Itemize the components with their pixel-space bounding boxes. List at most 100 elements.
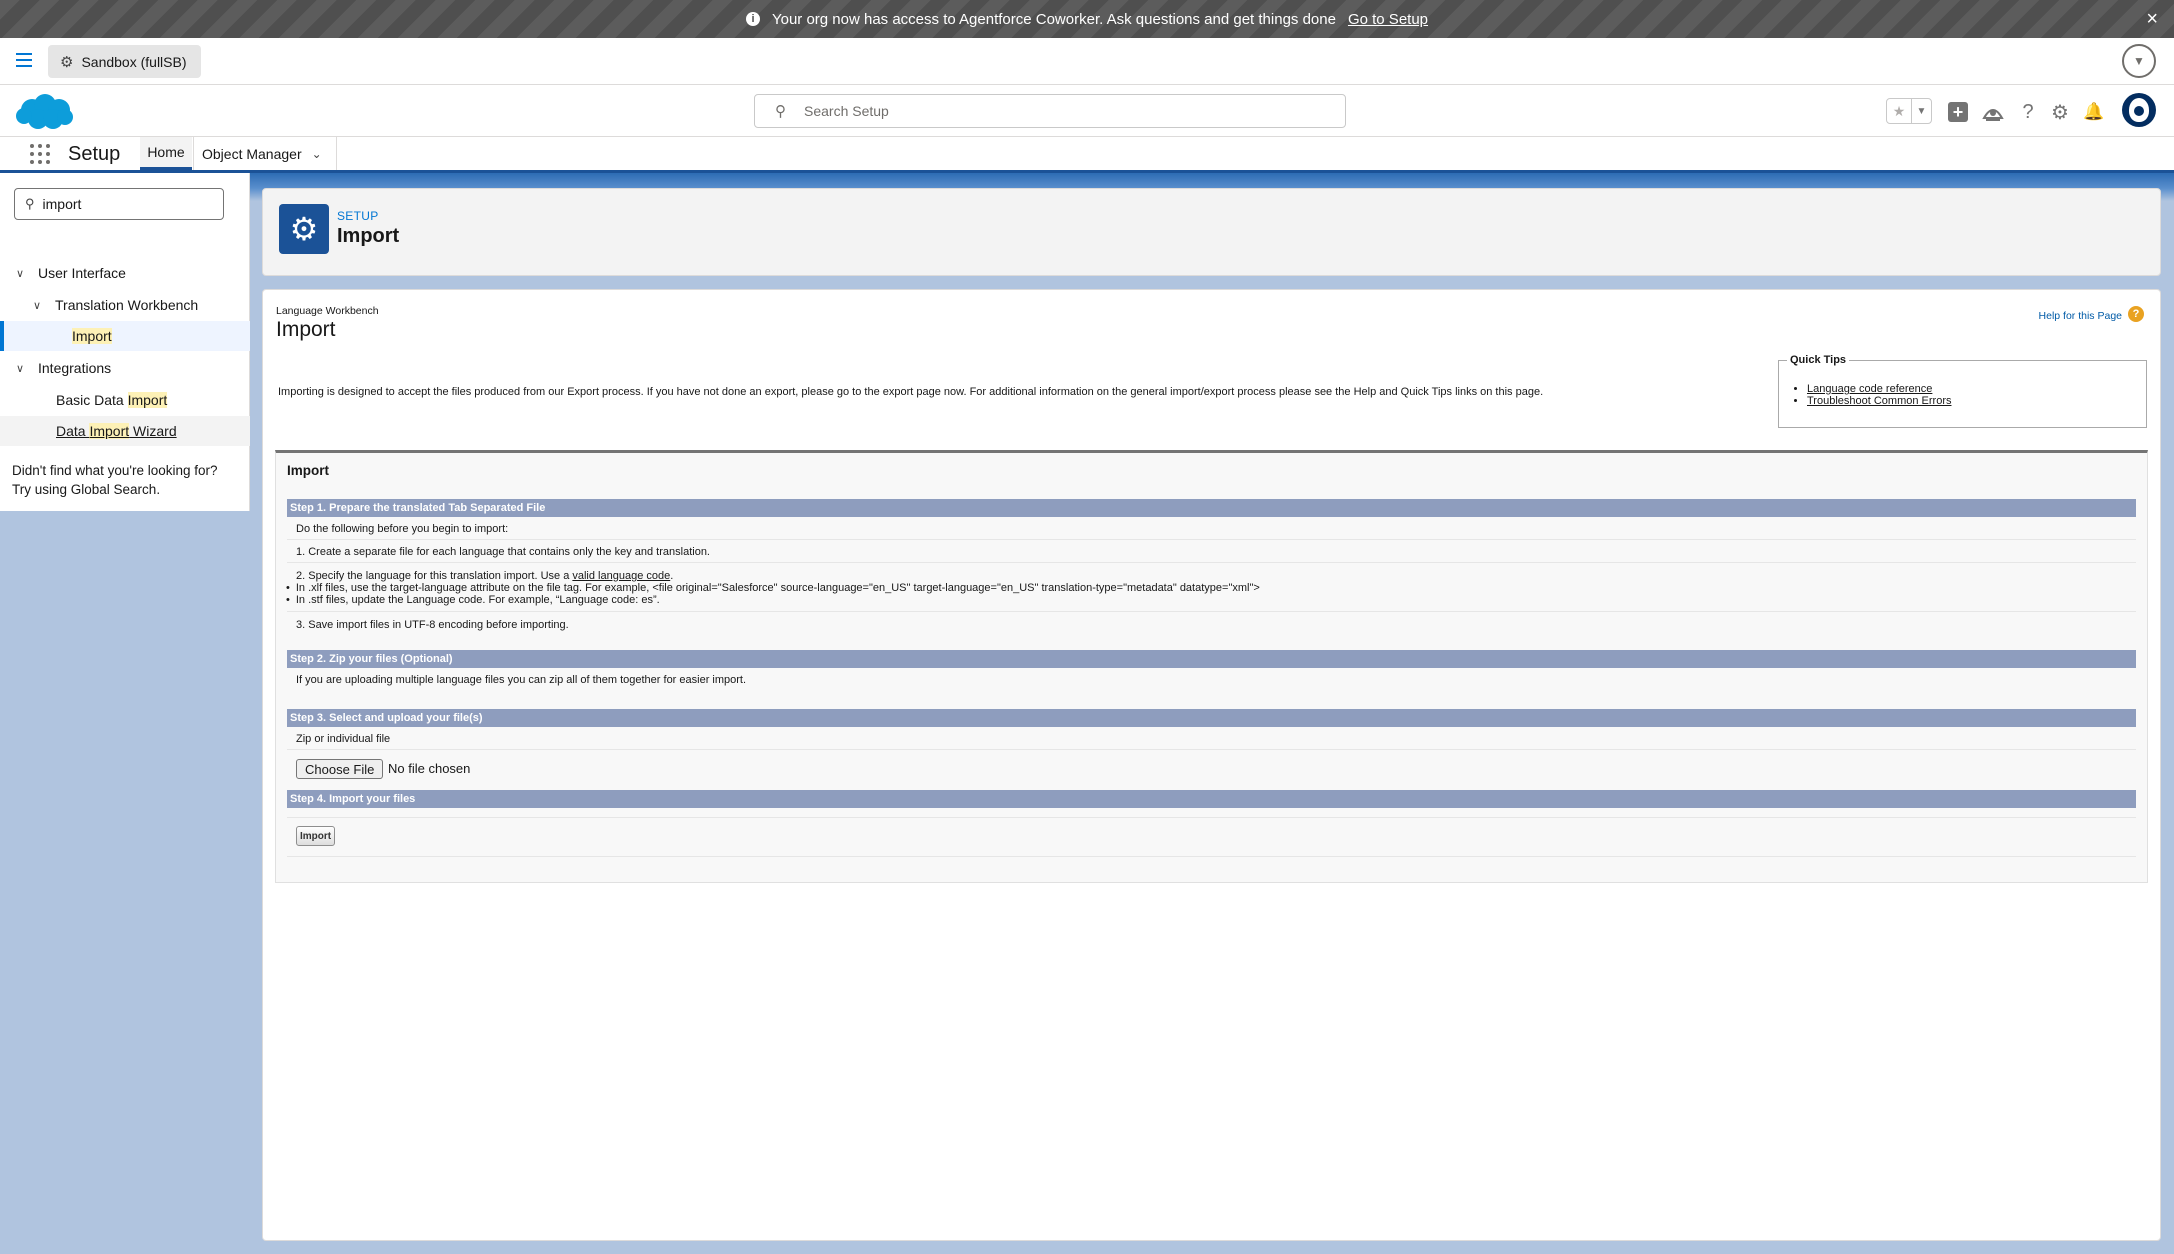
chevron-down-icon[interactable]: ▼ <box>1911 99 1931 123</box>
info-icon: i <box>745 12 760 26</box>
search-icon: ⚲ <box>775 103 786 120</box>
step-3-header: Step 3. Select and upload your file(s) <box>287 709 2136 727</box>
sidebar-item-label-highlight: Import <box>127 392 168 408</box>
chevron-down-icon[interactable]: ∨ <box>16 362 30 375</box>
step-1-header: Step 1. Prepare the translated Tab Separ… <box>287 499 2136 517</box>
not-found-line-2: Try using Global Search. <box>12 482 161 497</box>
app-launcher-icon[interactable] <box>30 144 50 164</box>
sidebar-item-translation-workbench[interactable]: ∨ Translation Workbench <box>0 290 250 320</box>
tab-home[interactable]: Home <box>140 137 192 170</box>
announcement-banner: i Your org now has access to Agentforce … <box>0 0 2174 38</box>
page-title: Import <box>337 225 400 247</box>
tab-home-label: Home <box>147 144 185 160</box>
step-1-item-3: 3. Save import files in UTF-8 encoding b… <box>296 619 569 631</box>
gear-icon: ⚙ <box>60 53 74 71</box>
not-found-hint: Didn't find what you're looking for? Try… <box>12 461 242 499</box>
divider <box>287 856 2136 857</box>
help-icon[interactable]: ? <box>2016 99 2040 125</box>
tab-object-manager-label: Object Manager <box>202 145 302 162</box>
sidebar-item-label: Import <box>72 328 112 344</box>
step-4-header: Step 4. Import your files <box>287 790 2136 808</box>
search-input[interactable] <box>804 103 1304 119</box>
sidebar-item-label-prefix: Basic Data <box>56 392 128 408</box>
sidebar-item-data-import-wizard[interactable]: Data Import Wizard <box>0 416 250 446</box>
favorites-button[interactable]: ★ ▼ <box>1886 98 1932 124</box>
sandbox-badge[interactable]: ⚙ Sandbox (fullSB) <box>48 45 201 78</box>
sidebar-item-import[interactable]: Import <box>0 321 250 351</box>
plus-icon: + <box>1948 102 1968 122</box>
global-actions-button[interactable]: + <box>1946 99 1970 125</box>
troubleshoot-common-errors-link[interactable]: Troubleshoot Common Errors <box>1807 395 1951 407</box>
divider <box>287 749 2136 750</box>
valid-language-code-link[interactable]: valid language code <box>572 570 670 582</box>
banner-message: Your org now has access to Agentforce Co… <box>771 10 1336 28</box>
sidebar-item-integrations[interactable]: ∨ Integrations <box>0 353 250 383</box>
sidebar-item-label: User Interface <box>38 265 126 281</box>
notifications-bell-icon[interactable]: 🔔 <box>2082 99 2106 125</box>
org-bar: ⚙ Sandbox (fullSB) ▼ <box>0 38 2174 85</box>
language-code-reference-link[interactable]: Language code reference <box>1807 383 1932 395</box>
content-title: Import <box>276 318 336 341</box>
chevron-down-icon[interactable]: ∨ <box>16 267 30 280</box>
global-search[interactable]: ⚲ <box>754 94 1346 128</box>
hamburger-menu-icon[interactable] <box>16 53 32 67</box>
sidebar-item-basic-data-import[interactable]: Basic Data Import <box>0 385 250 415</box>
app-nav-bar: Setup Home Object Manager ⌄ <box>0 137 2174 173</box>
chevron-down-icon[interactable]: ∨ <box>33 299 47 312</box>
help-icon[interactable]: ? <box>2128 306 2144 322</box>
quick-find[interactable]: ⚲ <box>14 188 224 220</box>
import-button[interactable]: Import <box>296 826 336 846</box>
help-for-this-page-link[interactable]: Help for this Page <box>2039 310 2122 322</box>
step-1-bullet-xlf: In .xlf files, use the target-language a… <box>286 582 1260 594</box>
salesforce-logo-icon[interactable] <box>14 91 74 133</box>
step-1-item-2: 2. Specify the language for this transla… <box>296 570 673 582</box>
avatar[interactable] <box>2122 93 2156 127</box>
close-icon[interactable]: × <box>2146 9 2158 29</box>
sidebar-item-label: Integrations <box>38 360 112 376</box>
quick-tips-title: Quick Tips <box>1787 354 1850 366</box>
panel-title: Import <box>287 463 329 478</box>
divider <box>287 611 2136 612</box>
import-panel: Import Step 1. Prepare the translated Ta… <box>275 450 2148 883</box>
step-1-bullet-stf: In .stf files, update the Language code.… <box>286 594 660 606</box>
sidebar-item-user-interface[interactable]: ∨ User Interface <box>0 258 250 288</box>
step-3-label: Zip or individual file <box>296 733 391 745</box>
search-icon: ⚲ <box>25 196 35 211</box>
divider <box>287 562 2136 563</box>
list-item: Troubleshoot Common Errors <box>1807 395 1951 407</box>
step-1-item-1: 1. Create a separate file for each langu… <box>296 546 710 558</box>
global-header: ⚲ ★ ▼ + ? ⚙ 🔔 <box>0 85 2174 137</box>
go-to-setup-link[interactable]: Go to Setup <box>1348 11 1428 28</box>
setup-sidebar: ⚲ ∨ User Interface ∨ Translation Workben… <box>0 173 250 511</box>
breadcrumb: Language Workbench <box>276 305 379 317</box>
chevron-down-icon[interactable]: ▼ <box>2122 44 2156 78</box>
quick-find-input[interactable] <box>42 196 203 212</box>
setup-gear-icon: ⚙ <box>279 204 329 254</box>
sidebar-item-label: Translation Workbench <box>55 297 199 313</box>
star-icon[interactable]: ★ <box>1887 103 1911 120</box>
app-name: Setup <box>68 143 121 165</box>
step-1-intro: Do the following before you begin to imp… <box>296 523 509 535</box>
page-header-eyebrow: SETUP <box>337 209 379 223</box>
step-1-item-2-suffix: . <box>670 570 674 582</box>
quick-tips-list: Language code reference Troubleshoot Com… <box>1807 383 1951 407</box>
trailhead-icon[interactable] <box>1980 99 2006 125</box>
step-2-header: Step 2. Zip your files (Optional) <box>287 650 2136 668</box>
sidebar-item-label-suffix: Wizard <box>129 423 177 439</box>
no-file-chosen-text: No file chosen <box>388 761 471 776</box>
quick-tips-box: Quick Tips Language code reference Troub… <box>1778 354 2147 428</box>
sandbox-label: Sandbox (fullSB) <box>81 53 187 70</box>
sidebar-item-label-highlight: Import <box>89 423 130 439</box>
intro-text: Importing is designed to accept the file… <box>278 386 1544 398</box>
divider <box>287 539 2136 540</box>
chevron-down-icon[interactable]: ⌄ <box>312 147 322 161</box>
page-header: ⚙ SETUP Import <box>262 188 2161 276</box>
not-found-line-1: Didn't find what you're looking for? <box>12 463 218 478</box>
setup-gear-icon[interactable]: ⚙ <box>2048 99 2072 125</box>
choose-file-button[interactable]: Choose File <box>296 759 384 779</box>
step-1-item-2-text: 2. Specify the language for this transla… <box>296 570 573 582</box>
sidebar-item-label-prefix: Data <box>56 423 90 439</box>
tab-object-manager[interactable]: Object Manager ⌄ <box>193 137 337 170</box>
list-item: Language code reference <box>1807 383 1951 395</box>
main-content: Language Workbench Import Help for this … <box>262 289 2161 1241</box>
